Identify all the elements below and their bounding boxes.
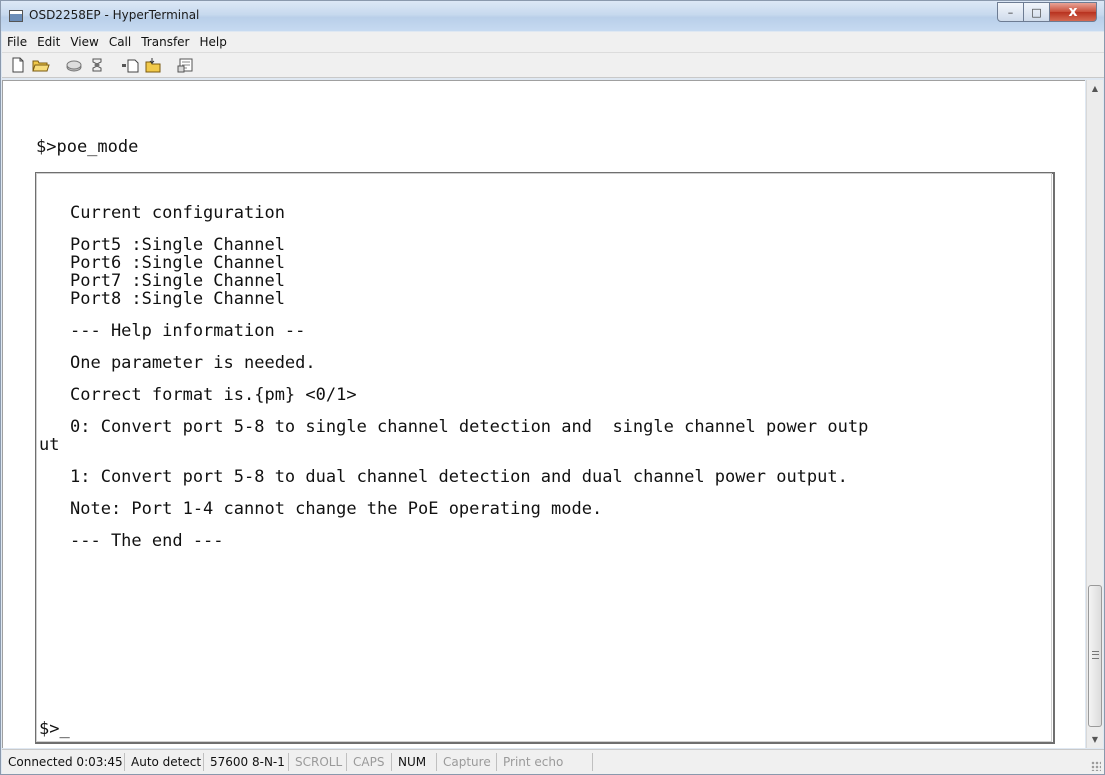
app-icon[interactable]	[9, 10, 23, 22]
minimize-button[interactable]: –	[997, 2, 1024, 22]
resize-grip-icon[interactable]	[1091, 761, 1101, 771]
terminal-line: 1: Convert port 5-8 to dual channel dete…	[70, 467, 848, 487]
send-button[interactable]	[120, 56, 140, 74]
close-button[interactable]: x	[1050, 2, 1097, 22]
menu-transfer[interactable]: Transfer	[136, 35, 194, 49]
terminal-line: One parameter is needed.	[70, 353, 316, 373]
vertical-scrollbar[interactable]: ▲ ▼	[1086, 80, 1103, 748]
menu-help[interactable]: Help	[195, 35, 232, 49]
toolbar	[2, 53, 1104, 78]
terminal-line: ut	[39, 435, 60, 455]
open-button[interactable]	[31, 56, 51, 74]
status-connected: Connected 0:03:45	[2, 753, 125, 771]
terminal-line: --- The end ---	[70, 531, 224, 551]
terminal-line: 0: Convert port 5-8 to single channel de…	[70, 417, 869, 437]
terminal-line: Current configuration	[70, 203, 285, 223]
properties-icon	[177, 58, 193, 73]
status-num: NUM	[392, 753, 437, 771]
new-button[interactable]	[8, 56, 28, 74]
status-detect: Auto detect	[125, 753, 204, 771]
terminal-line: Port5 :Single Channel	[70, 235, 285, 255]
connect-icon	[66, 60, 82, 72]
menu-call[interactable]: Call	[104, 35, 136, 49]
menu-view[interactable]: View	[65, 35, 103, 49]
disconnect-icon	[92, 58, 102, 72]
scroll-down-button[interactable]: ▼	[1087, 731, 1103, 748]
terminal-line: Note: Port 1-4 cannot change the PoE ope…	[70, 499, 603, 519]
terminal-line: Port7 :Single Channel	[70, 271, 285, 291]
receive-icon	[145, 58, 161, 73]
properties-button[interactable]	[176, 56, 196, 74]
connect-button[interactable]	[64, 56, 84, 74]
scroll-thumb[interactable]	[1088, 585, 1102, 727]
minimize-icon: –	[1007, 5, 1014, 19]
terminal-line: Port8 :Single Channel	[70, 289, 285, 309]
menu-file[interactable]: File	[2, 35, 32, 49]
new-icon	[12, 57, 24, 73]
maximize-button[interactable]: □	[1024, 2, 1050, 22]
caption-buttons: – □ x	[997, 2, 1097, 22]
maximize-icon: □	[1031, 5, 1042, 19]
status-bar: Connected 0:03:45 Auto detect 57600 8-N-…	[2, 749, 1104, 774]
final-prompt: $>_	[39, 719, 70, 739]
menu-bar: File Edit View Call Transfer Help	[2, 32, 1104, 53]
open-icon	[32, 60, 50, 72]
hyperterminal-window: OSD2258EP - HyperTerminal – □ x File Edi…	[0, 0, 1105, 775]
status-settings: 57600 8-N-1	[204, 753, 289, 771]
close-icon: x	[1068, 4, 1078, 20]
status-caps: CAPS	[347, 753, 392, 771]
title-bar[interactable]: OSD2258EP - HyperTerminal – □ x	[1, 1, 1104, 31]
terminal-line: Correct format is.{pm} <0/1>	[70, 385, 357, 405]
receive-button[interactable]	[143, 56, 163, 74]
menu-edit[interactable]: Edit	[32, 35, 65, 49]
send-icon	[122, 59, 139, 73]
terminal-line: Port6 :Single Channel	[70, 253, 285, 273]
prompt-command: $>poe_mode	[36, 137, 139, 157]
status-print-echo: Print echo	[497, 753, 593, 771]
disconnect-button[interactable]	[87, 56, 107, 74]
status-capture: Capture	[437, 753, 497, 771]
status-scroll: SCROLL	[289, 753, 347, 771]
grip-icon	[1092, 651, 1099, 659]
window-title: OSD2258EP - HyperTerminal	[29, 8, 200, 22]
scroll-up-button[interactable]: ▲	[1087, 80, 1103, 97]
terminal-line: --- Help information --	[70, 321, 306, 341]
